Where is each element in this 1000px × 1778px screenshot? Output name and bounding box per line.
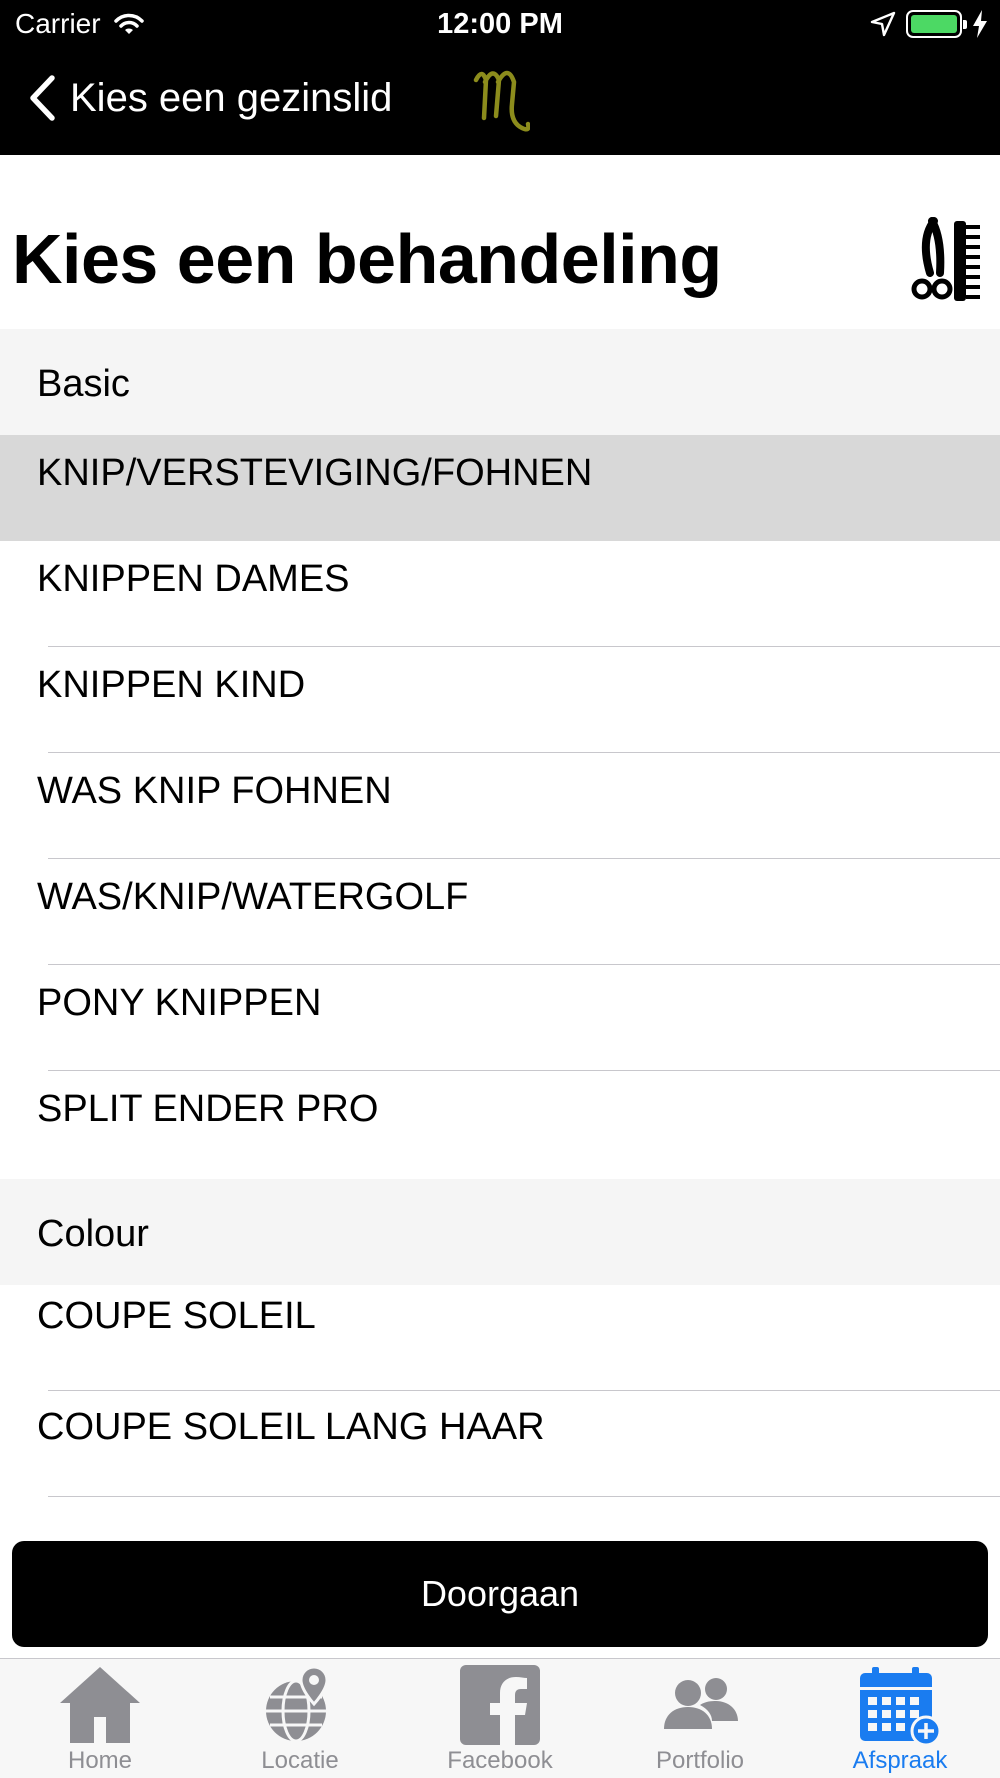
section-header-colour: Colour [0, 1179, 1000, 1285]
page-title: Kies een behandeling [12, 220, 722, 298]
section-header-basic: Basic [0, 329, 1000, 435]
people-icon [664, 1678, 738, 1729]
list-item[interactable]: COUPE SOLEIL [0, 1285, 1000, 1391]
location-arrow-icon [870, 11, 896, 37]
tab-label: Home [67, 1747, 133, 1774]
tab-label: Facebook [447, 1747, 553, 1774]
status-time: 12:00 PM [437, 8, 563, 40]
list-item[interactable]: KNIPPEN DAMES [0, 541, 1000, 647]
chevron-left-icon [30, 75, 55, 121]
list-item[interactable]: WAS/KNIP/WATERGOLF [0, 859, 1000, 965]
battery-level [911, 15, 957, 33]
list-item[interactable]: KNIPPEN KIND [0, 647, 1000, 753]
tab-locatie[interactable]: Locatie [200, 1659, 400, 1778]
list-item-label: KNIPPEN DAMES [37, 558, 350, 600]
list-item[interactable]: KNIP/VERSTEVIGING/FOHNEN [0, 435, 1000, 541]
status-bar: Carrier 12:00 PM [0, 0, 1000, 50]
calendar-add-icon [860, 1667, 942, 1747]
title-row: Kies een behandeling [0, 155, 1000, 330]
scissors-comb-icon [911, 217, 980, 301]
home-icon [60, 1667, 140, 1743]
list-item-label: COUPE SOLEIL LANG HAAR [37, 1406, 545, 1448]
list-item[interactable]: WAS KNIP FOHNEN [0, 753, 1000, 859]
row-divider [48, 1495, 1000, 1497]
tab-label: Afspraak [852, 1747, 948, 1774]
continue-button[interactable]: Doorgaan [12, 1541, 988, 1647]
section-header-label: Colour [37, 1213, 149, 1255]
list-item-label: KNIPPEN KIND [37, 664, 306, 706]
tab-home[interactable]: Home [0, 1659, 200, 1778]
battery-icon [906, 10, 967, 38]
tab-portfolio[interactable]: Portfolio [600, 1659, 800, 1778]
tab-bar: Home Locatie Facebook Portfolio Afspraak [0, 1658, 1000, 1778]
section-header-label: Basic [37, 363, 130, 405]
globe-location-icon [266, 1665, 329, 1743]
list-item-label: SPLIT ENDER PRO [37, 1088, 379, 1130]
list-item-label: COUPE SOLEIL [37, 1295, 316, 1337]
back-button-label: Kies een gezinslid [70, 75, 393, 120]
list-item-label: WAS/KNIP/WATERGOLF [37, 876, 469, 918]
facebook-icon [460, 1665, 540, 1745]
tab-afspraak[interactable]: Afspraak [800, 1659, 1000, 1778]
tab-label: Locatie [261, 1747, 339, 1774]
tab-facebook[interactable]: Facebook [400, 1659, 600, 1778]
list-item[interactable]: PONY KNIPPEN [0, 965, 1000, 1071]
charging-bolt-icon [973, 10, 987, 38]
list-item[interactable]: SPLIT ENDER PRO [0, 1071, 1000, 1177]
status-right [870, 10, 988, 38]
list-item[interactable]: COUPE SOLEIL LANG HAAR [0, 1391, 1000, 1497]
list-item-label: KNIP/VERSTEVIGING/FOHNEN [37, 452, 593, 494]
tab-label: Portfolio [655, 1747, 745, 1774]
navigation-bar: Kies een gezinslid [0, 50, 1000, 155]
back-button[interactable]: Kies een gezinslid [28, 74, 392, 122]
top-bar: Carrier 12:00 PM Kies een gezinslid [0, 0, 1000, 155]
list-item-label: PONY KNIPPEN [37, 982, 322, 1024]
list-item-label: WAS KNIP FOHNEN [37, 770, 392, 812]
salon-logo [473, 70, 530, 132]
